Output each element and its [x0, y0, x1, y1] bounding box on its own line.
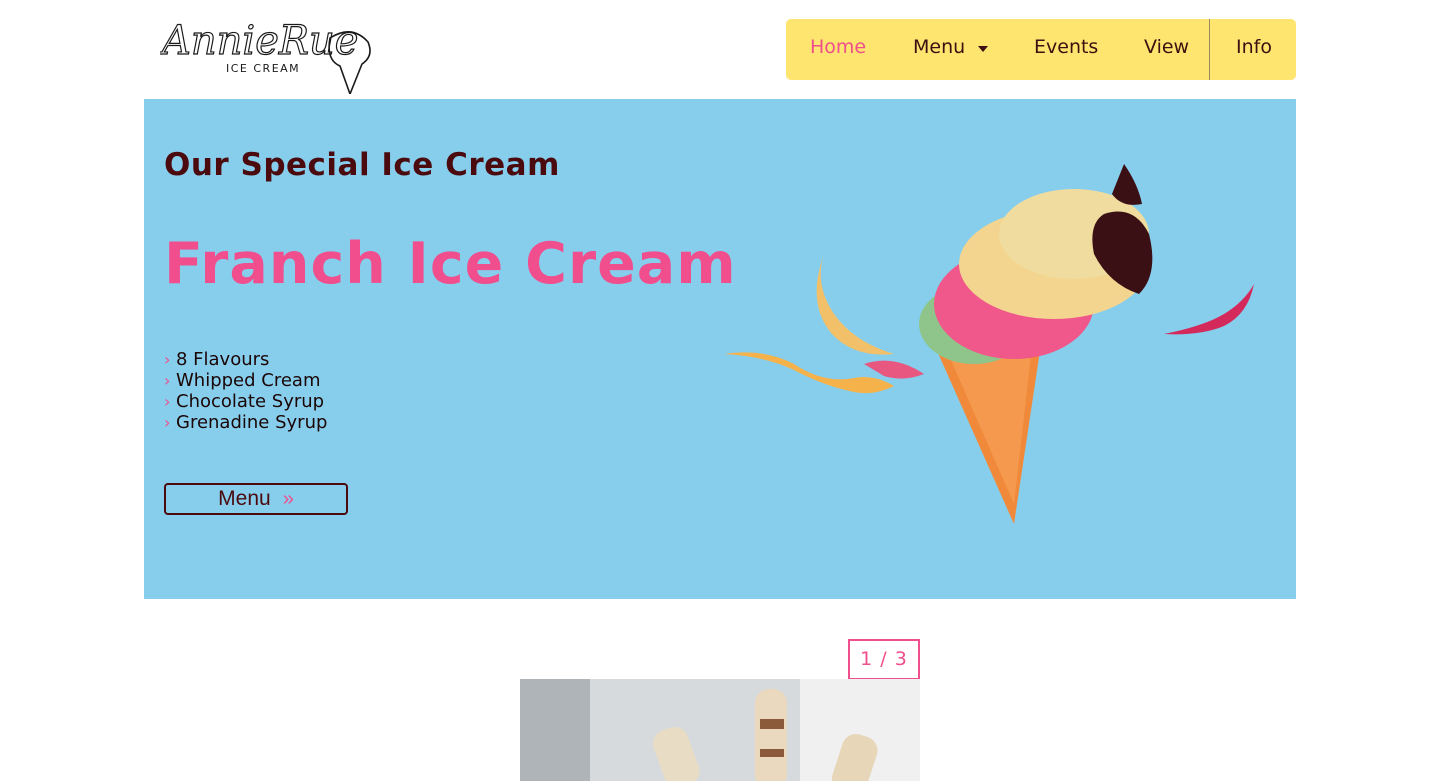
feature-item: › 8 Flavours: [164, 349, 270, 370]
hero-title: Franch Ice Cream: [164, 231, 737, 297]
ice-cream-cone-logo-icon: AnnieRue ICE CREAM: [160, 17, 371, 94]
hero-banner: Our Special Ice Cream Franch Ice Cream ›…: [144, 99, 1296, 599]
nav-view[interactable]: View: [1144, 19, 1189, 80]
caret-down-icon: [977, 19, 989, 76]
feature-list: › 8 Flavours › Whipped Cream › Chocolate Sy…: [164, 349, 327, 433]
double-chevron-right-icon: »: [282, 487, 294, 510]
nav-info[interactable]: Info: [1236, 19, 1272, 80]
main-nav: Home Menu Events View Info: [786, 19, 1296, 80]
nav-menu[interactable]: Menu: [913, 19, 989, 80]
hero-menu-button[interactable]: Menu »: [164, 483, 348, 515]
chevron-right-icon: ›: [164, 413, 171, 432]
chevron-right-icon: ›: [164, 350, 171, 369]
chevron-right-icon: ›: [164, 392, 171, 411]
site-header: AnnieRue ICE CREAM Home Menu Events View…: [0, 0, 1440, 99]
logo-script-text: AnnieRue: [160, 18, 358, 64]
hero-eyebrow: Our Special Ice Cream: [164, 147, 560, 183]
slide-image[interactable]: [520, 679, 920, 781]
nav-events[interactable]: Events: [1034, 19, 1098, 80]
nav-home[interactable]: Home: [810, 19, 866, 80]
feature-item: › Grenadine Syrup: [164, 412, 328, 433]
logo-sub-text: ICE CREAM: [226, 62, 300, 75]
annierue-logo[interactable]: AnnieRue ICE CREAM: [160, 8, 380, 94]
feature-item: › Chocolate Syrup: [164, 391, 325, 412]
feature-item: › Whipped Cream: [164, 370, 321, 391]
nav-menu-label: Menu: [913, 36, 966, 58]
ice-cream-cone-image: [714, 154, 1274, 544]
nav-divider: [1209, 19, 1210, 80]
chevron-right-icon: ›: [164, 371, 171, 390]
hero-menu-button-label: Menu: [218, 487, 271, 510]
slide-counter: 1 / 3: [848, 639, 920, 680]
